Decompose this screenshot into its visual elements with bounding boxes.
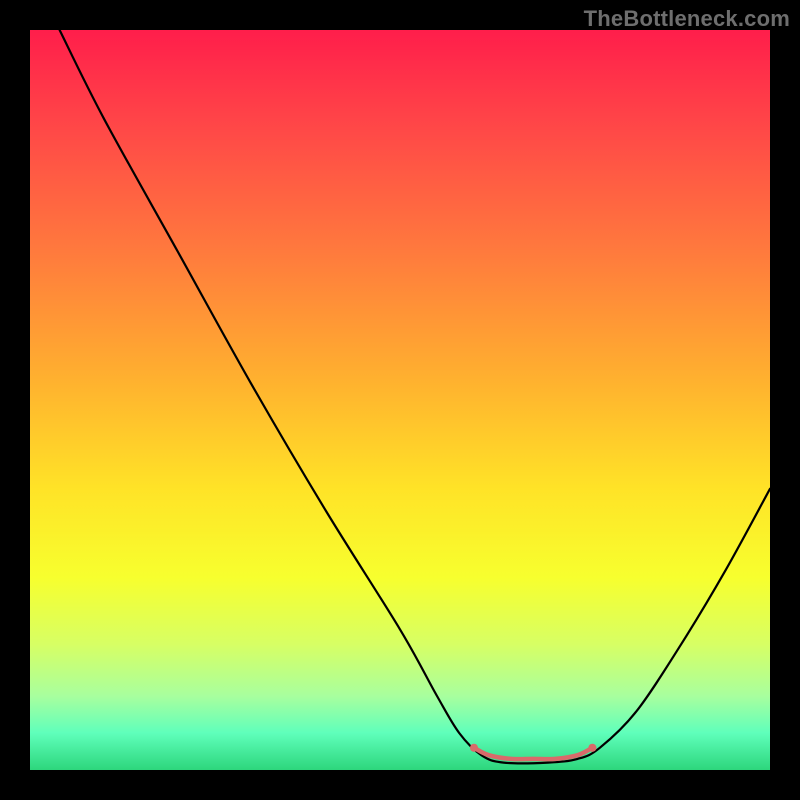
chart-background — [30, 30, 770, 770]
chart-container: TheBottleneck.com — [0, 0, 800, 800]
series-valley-marker-dot — [588, 744, 596, 752]
plot-area — [30, 30, 770, 770]
chart-svg — [30, 30, 770, 770]
series-valley-marker-dot — [470, 744, 478, 752]
watermark-text: TheBottleneck.com — [584, 6, 790, 32]
